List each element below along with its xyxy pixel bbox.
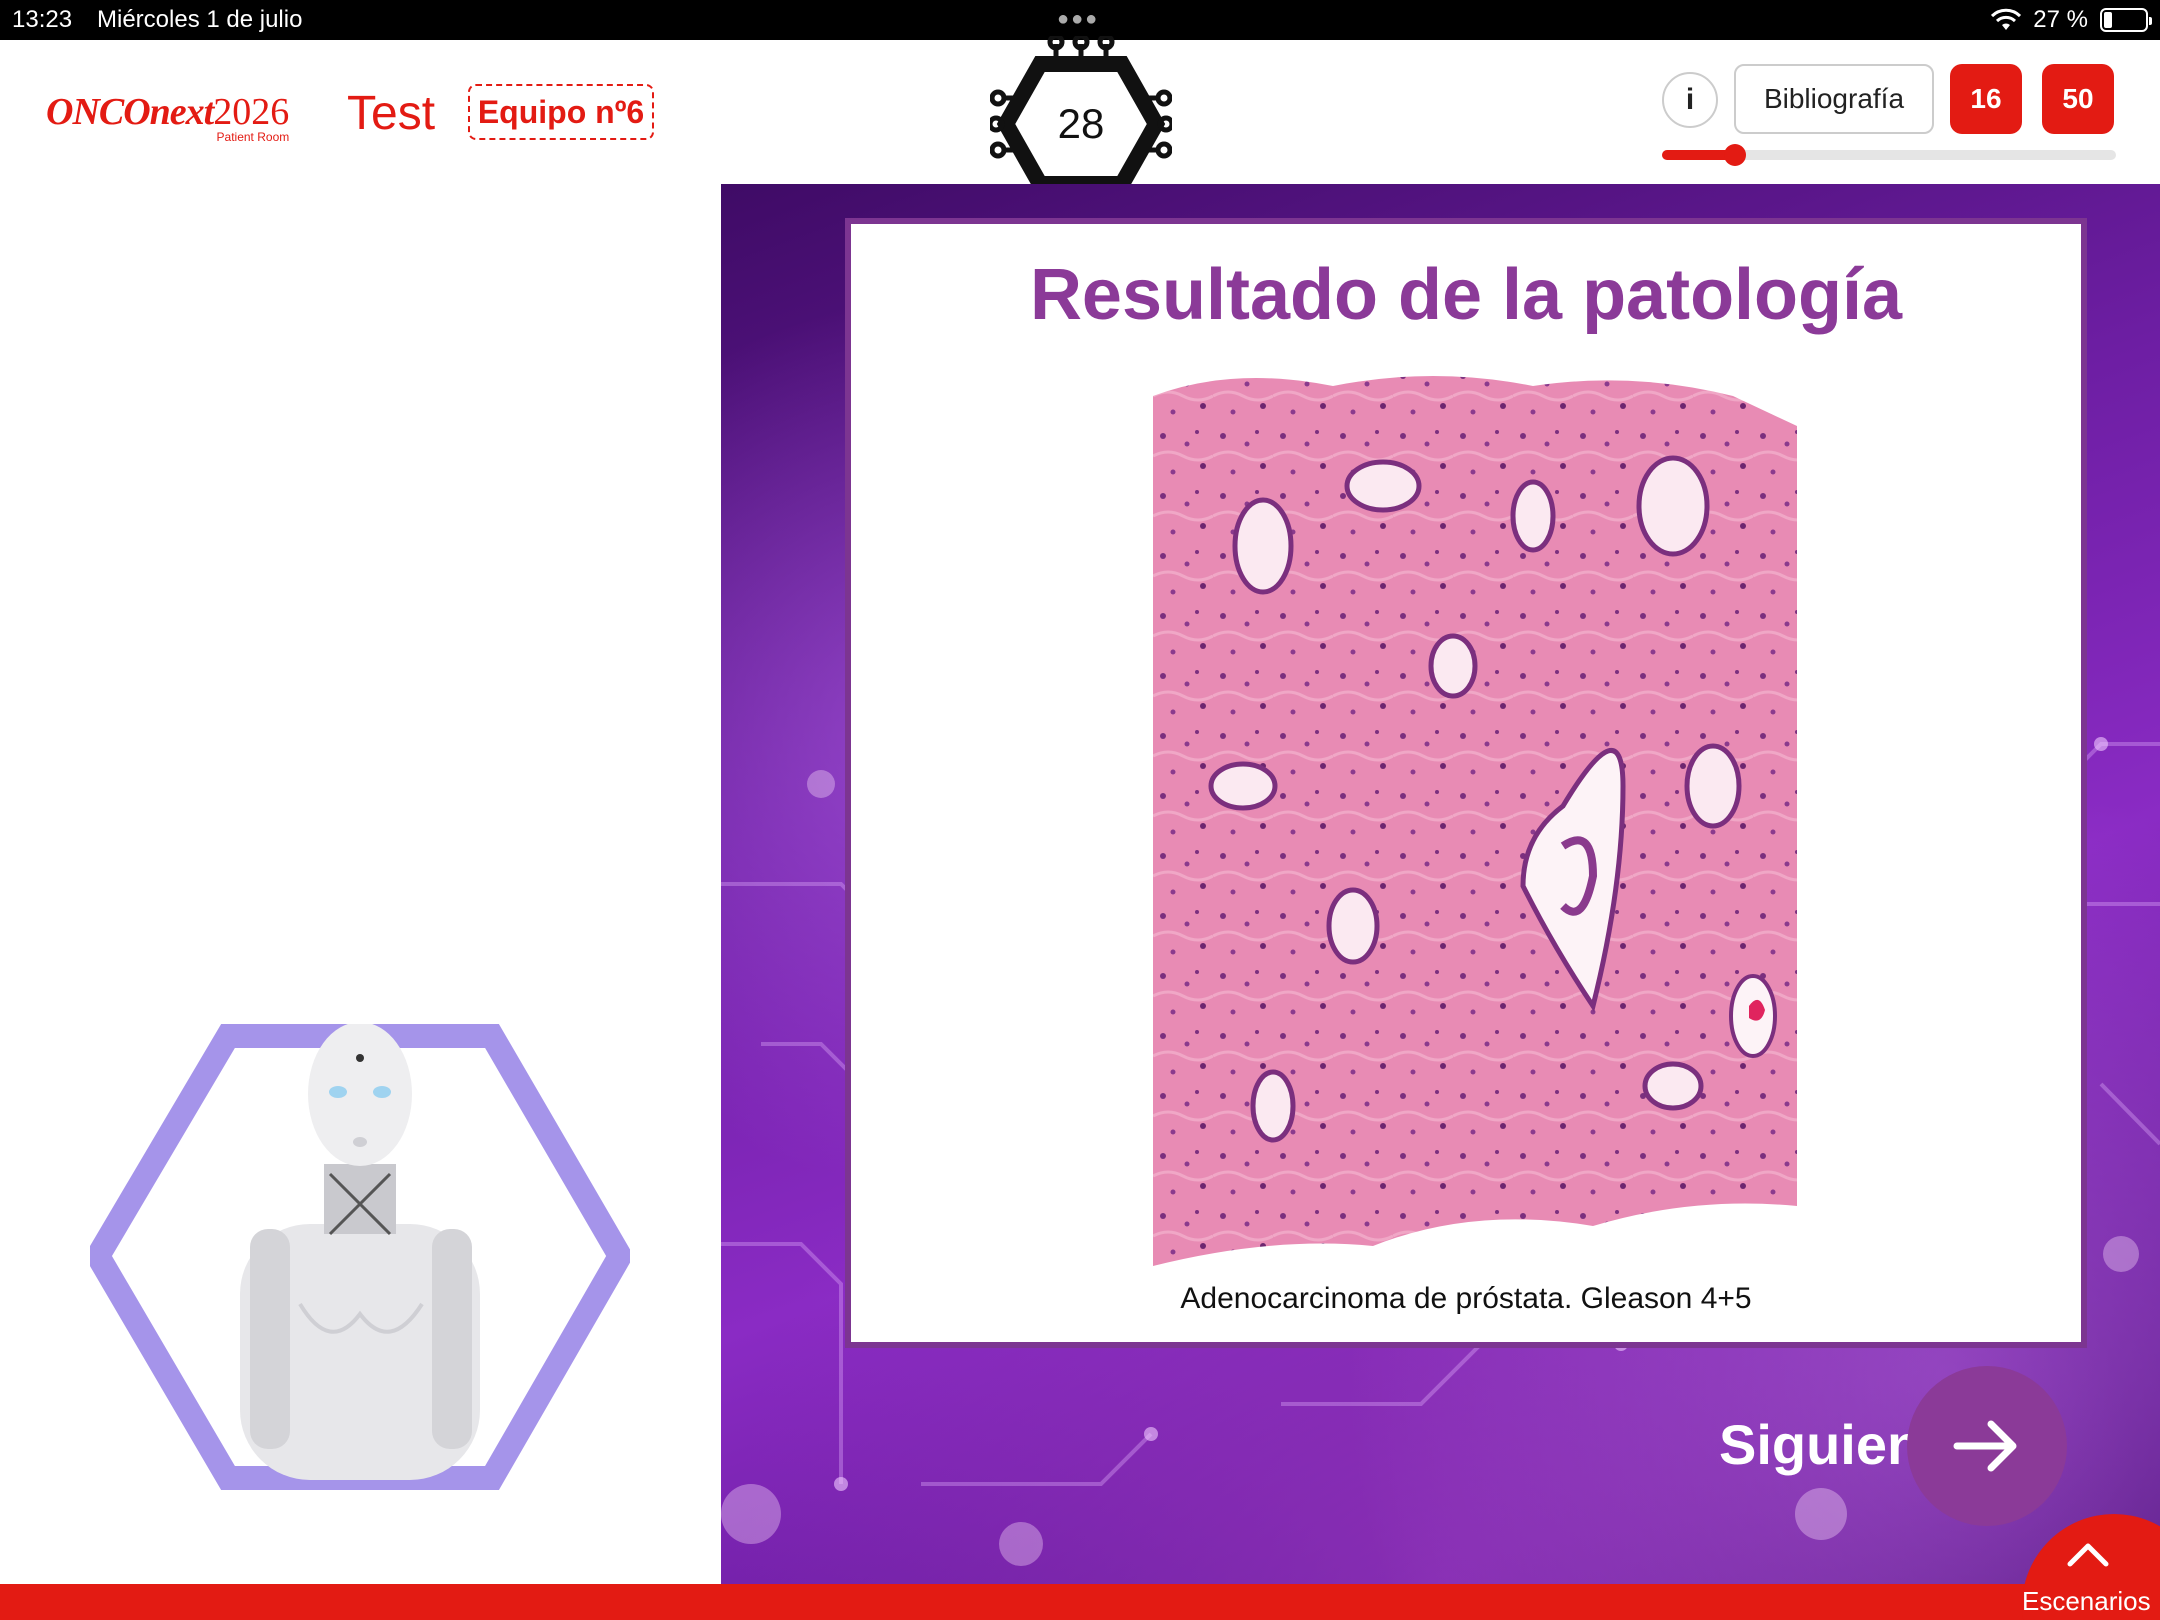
pathology-card: Resultado de la patología Adenocarcinoma… [845,218,2087,1348]
logo-brand: ONCOnext [46,91,214,133]
bottom-bar [0,1584,2160,1620]
battery-fill [2104,12,2112,28]
status-time: 13:23 [12,6,73,33]
battery-percent: 27 % [2033,6,2088,33]
status-date: Miércoles 1 de julio [97,6,303,33]
scenarios-label[interactable]: Escenarios [2022,1586,2151,1617]
wifi-icon [1991,8,2022,30]
info-button[interactable]: i [1662,72,1718,128]
progress-knob[interactable] [1723,144,1746,166]
card-title: Resultado de la patología [1029,255,1903,335]
mode-label: Test [347,87,436,140]
pathology-image [1153,376,1797,1266]
logo-year: 2026 [213,91,290,133]
team-badge: Equipo nº6 [468,84,654,140]
next-button[interactable] [1907,1366,2067,1526]
status-bar: 13:23 Miércoles 1 de julio ●●● 27 % [0,0,2160,40]
logo-subtitle: Patient Room [216,130,290,144]
battery-icon [2100,8,2152,32]
pathology-caption: Adenocarcinoma de próstata. Gleason 4+5 [1180,1282,1752,1315]
score-badge-2[interactable]: 50 [2042,64,2114,134]
bibliography-button[interactable]: Bibliografía [1734,64,1934,134]
status-right: 27 % [1991,6,2152,34]
counter-number: 28 [1057,100,1105,147]
chevron-up-icon [2067,1543,2109,1567]
multitask-dots[interactable]: ●●● [1057,8,1099,31]
progress-slider[interactable] [1662,144,2116,166]
app-logo: ONCOnext2026 Patient Room [46,90,290,144]
arrow-right-icon [1953,1420,2017,1472]
robot-avatar [90,1024,630,1490]
content-stage: Resultado de la patología Adenocarcinoma… [721,184,2160,1584]
score-badge-1[interactable]: 16 [1950,64,2022,134]
